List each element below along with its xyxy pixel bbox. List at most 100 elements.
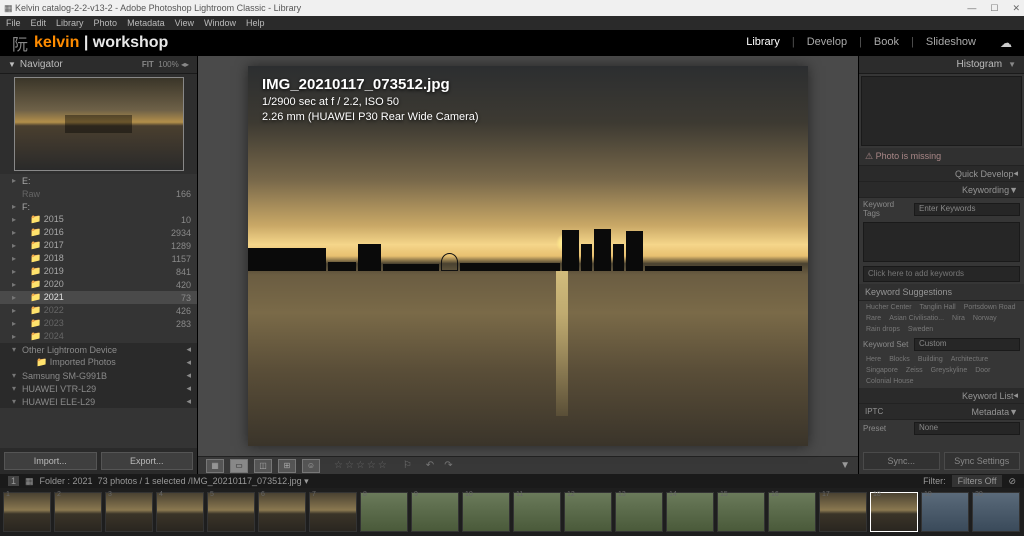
device-section[interactable]: ▾Other Lightroom Device◂	[0, 343, 197, 356]
loupe-view-icon[interactable]: ▭	[230, 459, 248, 473]
folder-row[interactable]: ▸📁 2022426	[0, 304, 197, 317]
folder-row[interactable]: ▸📁 201510	[0, 213, 197, 226]
keyword-suggestion[interactable]: Asian Civilisatio...	[886, 314, 947, 323]
keyword-set-item[interactable]: Building	[915, 355, 946, 364]
menu-view[interactable]: View	[175, 18, 194, 28]
keyword-set-item[interactable]: Greyskyline	[928, 366, 971, 375]
folder-row[interactable]: ▸📁 20181157	[0, 252, 197, 265]
second-window-icon[interactable]: 1	[8, 476, 19, 486]
filmstrip-thumb[interactable]: 4	[156, 492, 204, 532]
keyword-set-item[interactable]: Singapore	[863, 366, 901, 375]
toolbar-menu-icon[interactable]: ▼	[840, 460, 850, 471]
maximize-button[interactable]: ☐	[990, 3, 998, 14]
filmstrip-thumb[interactable]: 15	[717, 492, 765, 532]
filmstrip-thumb[interactable]: 3	[105, 492, 153, 532]
keyword-list-label[interactable]: Keyword List	[962, 391, 1014, 401]
folder-row[interactable]: ▸📁 2024	[0, 330, 197, 343]
module-develop[interactable]: Develop	[807, 36, 847, 50]
rotate-right-icon[interactable]: ↷	[444, 460, 452, 471]
filmstrip-thumb[interactable]: 6	[258, 492, 306, 532]
keyword-set-item[interactable]: Here	[863, 355, 884, 364]
module-slideshow[interactable]: Slideshow	[926, 36, 976, 50]
filmstrip-thumb[interactable]: 9	[411, 492, 459, 532]
folder-row[interactable]: ▸📁 202173	[0, 291, 197, 304]
survey-view-icon[interactable]: ⊞	[278, 459, 296, 473]
import-button[interactable]: Import...	[4, 452, 97, 470]
keyword-suggestion[interactable]: Portsdown Road	[961, 303, 1019, 312]
keyword-suggestion[interactable]: Nira	[949, 314, 968, 323]
folder-row[interactable]: ▸E:	[0, 174, 197, 187]
folder-row[interactable]: ▸F:	[0, 200, 197, 213]
export-button[interactable]: Export...	[101, 452, 194, 470]
main-photo[interactable]: IMG_20210117_073512.jpg 1/2900 sec at f …	[248, 66, 808, 446]
chevron-down-icon[interactable]: ▼	[8, 60, 16, 69]
menu-edit[interactable]: Edit	[31, 18, 47, 28]
filmstrip-thumb[interactable]: 16	[768, 492, 816, 532]
breadcrumb-folder[interactable]: Folder : 2021	[40, 476, 93, 486]
keyword-suggestion[interactable]: Rain drops	[863, 325, 903, 334]
menu-library[interactable]: Library	[56, 18, 84, 28]
filmstrip-thumb[interactable]: 12	[564, 492, 612, 532]
compare-view-icon[interactable]: ◫	[254, 459, 272, 473]
keyword-set-dropdown[interactable]: Custom	[914, 338, 1020, 351]
filmstrip-thumb[interactable]: 11	[513, 492, 561, 532]
grid-view-icon[interactable]: ▦	[206, 459, 224, 473]
filmstrip-thumb[interactable]: 5	[207, 492, 255, 532]
device-section[interactable]: ▾Samsung SM-G991B◂	[0, 369, 197, 382]
menu-file[interactable]: File	[6, 18, 21, 28]
minimize-button[interactable]: —	[967, 3, 976, 14]
sync-button[interactable]: Sync...	[863, 452, 940, 470]
folder-row[interactable]: Raw166	[0, 187, 197, 200]
folder-row[interactable]: ▸📁 2019841	[0, 265, 197, 278]
navigator-preview[interactable]	[0, 74, 197, 174]
keyword-suggestion[interactable]: Tanglin Hall	[917, 303, 959, 312]
people-view-icon[interactable]: ☺	[302, 459, 320, 473]
keyword-suggestion[interactable]: Sweden	[905, 325, 936, 334]
menu-photo[interactable]: Photo	[94, 18, 118, 28]
keyword-set-item[interactable]: Blocks	[886, 355, 913, 364]
device-section[interactable]: ▾HUAWEI VTR-L29◂	[0, 382, 197, 395]
keyword-set-item[interactable]: Architecture	[948, 355, 991, 364]
add-keywords-input[interactable]: Click here to add keywords	[863, 266, 1020, 282]
close-button[interactable]: ✕	[1012, 3, 1020, 14]
keyword-suggestion[interactable]: Rare	[863, 314, 884, 323]
metadata-preset-dropdown[interactable]: None	[914, 422, 1020, 435]
keywording-label[interactable]: Keywording	[962, 185, 1009, 195]
folder-row[interactable]: ▸📁 2023283	[0, 317, 197, 330]
filmstrip-thumb[interactable]: 20	[972, 492, 1020, 532]
keyword-suggestion[interactable]: Hucher Center	[863, 303, 915, 312]
filter-lock-icon[interactable]: ⊘	[1008, 476, 1016, 487]
filmstrip-thumb[interactable]: 7	[309, 492, 357, 532]
menu-window[interactable]: Window	[204, 18, 236, 28]
filmstrip-thumb[interactable]: 13	[615, 492, 663, 532]
filmstrip-thumb[interactable]: 1	[3, 492, 51, 532]
folder-row[interactable]: ▸📁 20162934	[0, 226, 197, 239]
keyword-set-item[interactable]: Zeiss	[903, 366, 926, 375]
sync-settings-button[interactable]: Sync Settings	[944, 452, 1021, 470]
grid-switch-icon[interactable]: ▦	[25, 476, 34, 487]
device-section[interactable]: ▾HUAWEI ELE-L29◂	[0, 395, 197, 408]
keyword-set-item[interactable]: Colonial House	[863, 377, 916, 386]
filters-off-dropdown[interactable]: Filters Off	[952, 475, 1003, 487]
filmstrip-thumb[interactable]: 17	[819, 492, 867, 532]
keyword-tags-dropdown[interactable]: Enter Keywords	[914, 203, 1020, 216]
filmstrip-thumb[interactable]: 8	[360, 492, 408, 532]
folder-row[interactable]: ▸📁 2020420	[0, 278, 197, 291]
menu-metadata[interactable]: Metadata	[127, 18, 165, 28]
menu-help[interactable]: Help	[246, 18, 265, 28]
keyword-set-item[interactable]: Door	[972, 366, 993, 375]
quick-develop-label[interactable]: Quick Develop	[955, 169, 1014, 179]
filmstrip-thumb[interactable]: 10	[462, 492, 510, 532]
rating-stars[interactable]: ☆☆☆☆☆	[334, 460, 389, 471]
keywords-textarea[interactable]	[863, 222, 1020, 262]
filmstrip[interactable]: 1234567891011121314151617181920	[0, 488, 1024, 536]
folder-row[interactable]: ▸📁 20171289	[0, 239, 197, 252]
metadata-label[interactable]: Metadata	[972, 407, 1010, 417]
keyword-suggestion[interactable]: Norway	[970, 314, 1000, 323]
filmstrip-thumb[interactable]: 14	[666, 492, 714, 532]
device-section[interactable]: 📁 Imported Photos◂	[0, 356, 197, 369]
module-library[interactable]: Library	[746, 36, 780, 50]
rotate-left-icon[interactable]: ↶	[426, 460, 434, 471]
flag-icon[interactable]: ⚐	[403, 460, 412, 471]
filmstrip-thumb[interactable]: 2	[54, 492, 102, 532]
